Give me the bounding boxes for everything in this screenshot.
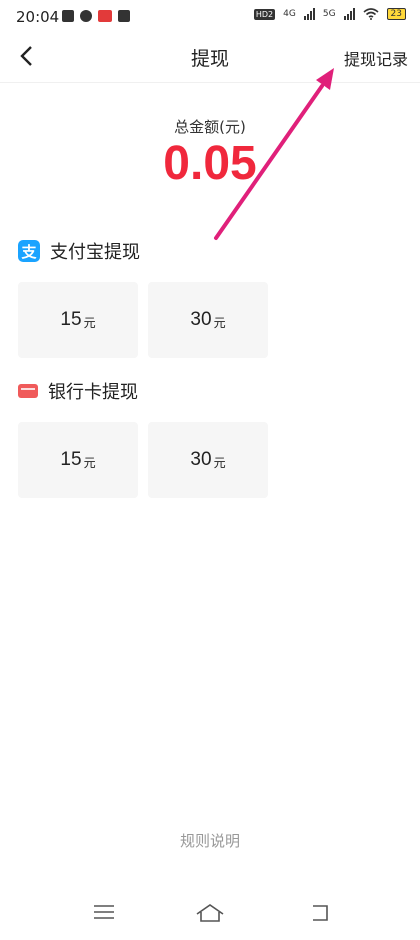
bank-card-icon [18,384,38,398]
total-amount-label: 总金额(元) [174,118,246,136]
wifi-icon [363,8,379,20]
option-amount: 30 [190,309,212,330]
option-unit: 元 [83,455,96,470]
book-notification-icon [118,10,130,22]
menu-icon[interactable] [94,904,114,920]
hd-voice-icon: HD2 [253,8,276,20]
option-unit: 元 [213,455,226,470]
status-bar: 20:04 HD2 4G 5G 23 [0,0,420,34]
option-unit: 元 [213,315,226,330]
app-notification-icon [62,10,74,22]
bank-section-label: 银行卡提现 [48,382,138,403]
withdraw-records-link[interactable]: 提现记录 [344,46,408,70]
news-notification-icon [98,10,112,22]
signal-icon-2 [343,8,355,20]
signal-icon [303,8,315,20]
home-icon[interactable] [195,902,225,924]
top-nav-bar: 提现 提现记录 [0,34,420,83]
recent-apps-icon[interactable] [305,902,331,924]
option-amount: 30 [190,449,212,470]
bank-section-title: 银行卡提现 [18,378,138,404]
status-time: 20:04 [16,8,60,26]
system-icons: HD2 4G 5G 23 [253,8,406,20]
network-4g-label: 4G [283,9,296,19]
alipay-option-30[interactable]: 30 元 [148,282,268,358]
bank-option-30[interactable]: 30 元 [148,422,268,498]
bank-option-15[interactable]: 15 元 [18,422,138,498]
alipay-section-title: 支 支付宝提现 [18,238,140,264]
total-amount-value: 0.05 [163,137,257,190]
alipay-section-label: 支付宝提现 [50,242,140,263]
option-amount: 15 [60,309,82,330]
bank-options: 15 元 30 元 [18,422,268,498]
option-amount: 15 [60,449,82,470]
music-notification-icon [80,10,92,22]
battery-icon: 23 [386,8,406,20]
system-nav-bar [0,890,420,940]
option-unit: 元 [83,315,96,330]
rules-link[interactable]: 规则说明 [0,830,420,851]
network-5g-label: 5G [322,9,336,19]
notification-icons [62,10,130,22]
alipay-option-15[interactable]: 15 元 [18,282,138,358]
alipay-icon: 支 [18,240,40,262]
alipay-options: 15 元 30 元 [18,282,268,358]
